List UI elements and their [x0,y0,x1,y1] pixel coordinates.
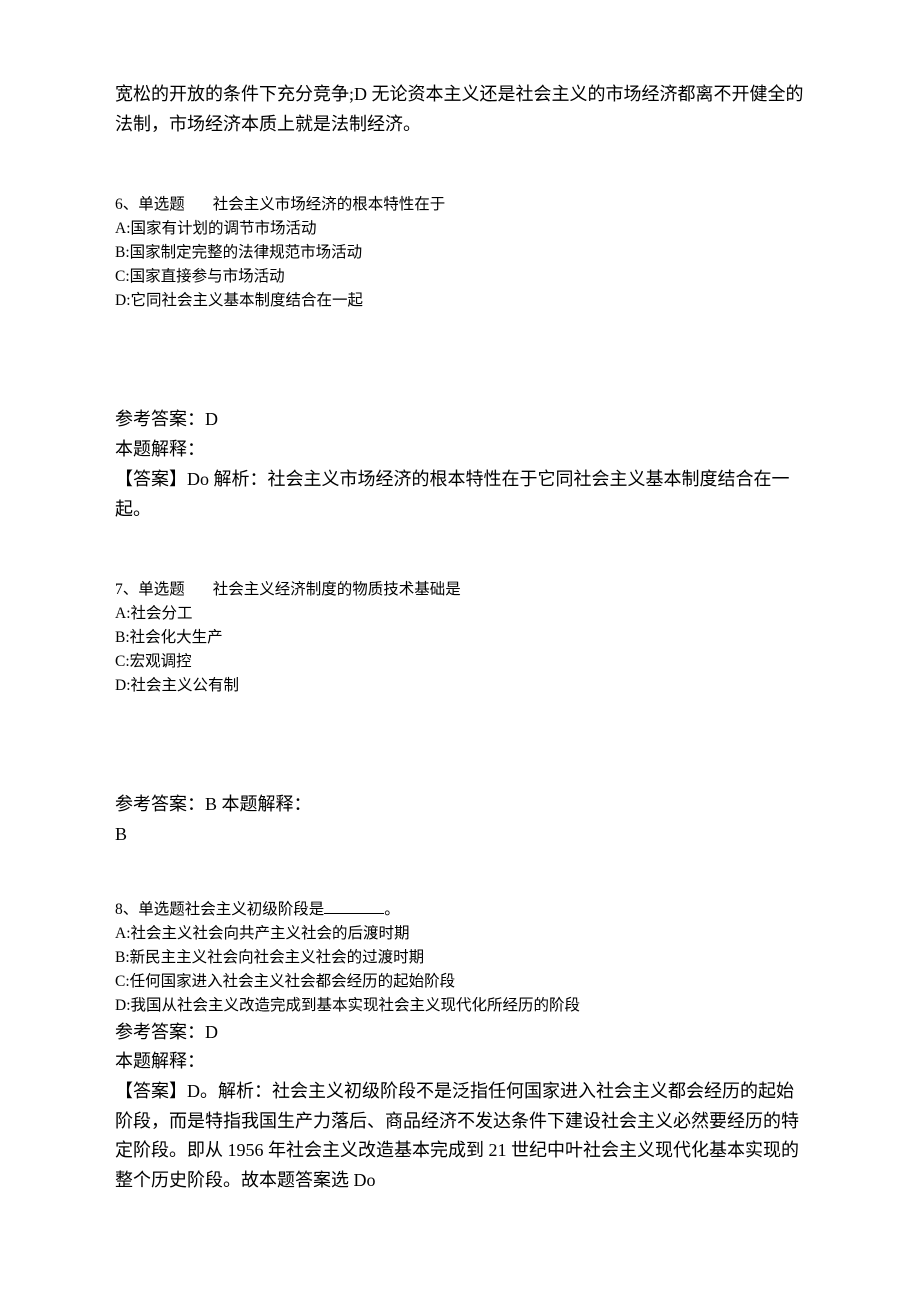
spacer [115,530,805,578]
spacer [115,313,805,405]
q7-option-b: B:社会化大生产 [115,626,805,650]
q7-option-a: A:社会分工 [115,602,805,626]
document-page: 宽松的开放的条件下充分竞争;D 无论资本主义还是社会主义的市场经济都离不开健全的… [0,0,920,1262]
q6-stem-prefix: 6、单选题 [115,196,185,213]
q6-explain-label: 本题解释： [115,435,805,465]
q6-option-b: B:国家制定完整的法律规范市场活动 [115,241,805,265]
q7-stem-prefix: 7、单选题 [115,581,185,598]
q8-option-a: A:社会主义社会向共产主义社会的后渡时期 [115,922,805,946]
q7-stem-text: 社会主义经济制度的物质技术基础是 [213,581,461,598]
q8-explain-label: 本题解释： [115,1047,805,1077]
spacer [115,145,805,193]
q6-option-a: A:国家有计划的调节市场活动 [115,217,805,241]
intro-paragraph: 宽松的开放的条件下充分竞争;D 无论资本主义还是社会主义的市场经济都离不开健全的… [115,80,805,139]
q8-option-b: B:新民主主义社会向社会主义社会的过渡时期 [115,946,805,970]
q8-option-d: D:我国从社会主义改造完成到基本实现社会主义现代化所经历的阶段 [115,994,805,1018]
q7-ref-answer: 参考答案：B 本题解释： [115,790,805,820]
q8-ref-answer: 参考答案：D [115,1018,805,1048]
q6-option-c: C:国家直接参与市场活动 [115,265,805,289]
q7-option-d: D:社会主义公有制 [115,674,805,698]
q6-option-d: D:它同社会主义基本制度结合在一起 [115,289,805,313]
spacer [115,850,805,898]
q6-ref-answer: 参考答案：D [115,405,805,435]
q7-explain-body: B [115,820,805,850]
q8-stem: 8、单选题社会主义初级阶段是 。 [115,898,805,922]
q6-stem-text: 社会主义市场经济的根本特性在于 [213,196,446,213]
q8-stem-suffix: 。 [384,901,400,918]
blank-underline [324,899,384,914]
q7-option-c: C:宏观调控 [115,650,805,674]
q7-stem: 7、单选题 社会主义经济制度的物质技术基础是 [115,578,805,602]
q8-option-c: C:任何国家进入社会主义社会都会经历的起始阶段 [115,970,805,994]
q6-explain-body: 【答案】Do 解析：社会主义市场经济的根本特性在于它同社会主义基本制度结合在一起… [115,465,805,524]
spacer [115,698,805,790]
q6-stem: 6、单选题 社会主义市场经济的根本特性在于 [115,193,805,217]
q8-stem-prefix: 8、单选题社会主义初级阶段是 [115,901,324,918]
q8-explain-body: 【答案】D。解析：社会主义初级阶段不是泛指任何国家进入社会主义都会经历的起始阶段… [115,1077,805,1196]
